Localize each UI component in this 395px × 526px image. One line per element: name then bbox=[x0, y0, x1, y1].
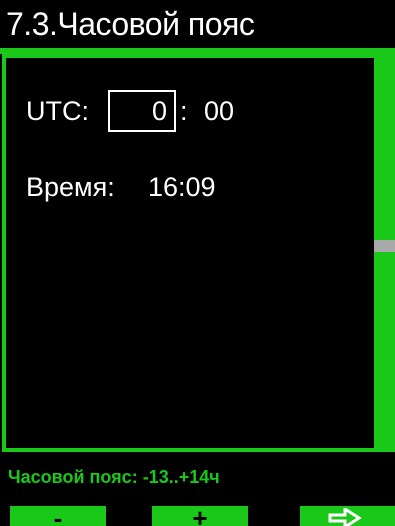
utc-hours-field[interactable]: 0 bbox=[108, 90, 176, 132]
content-panel: UTC: 0 : 00 Время: 16:09 bbox=[2, 54, 374, 452]
title-bar: 7.3.Часовой пояс bbox=[0, 0, 395, 50]
utc-label: UTC: bbox=[26, 96, 89, 126]
utc-minutes-value: 00 bbox=[204, 96, 235, 126]
next-button[interactable] bbox=[300, 506, 395, 526]
page-title: 7.3.Часовой пояс bbox=[6, 6, 255, 42]
increase-button-label: + bbox=[192, 506, 208, 526]
scrollbar[interactable] bbox=[374, 54, 395, 452]
decrease-button-label: - bbox=[53, 506, 63, 526]
range-hint: Часовой пояс: -13..+14ч bbox=[8, 467, 220, 487]
utc-separator: : bbox=[180, 96, 188, 126]
time-label: Время: bbox=[26, 172, 115, 202]
arrow-right-icon bbox=[328, 508, 362, 526]
scrollbar-thumb[interactable] bbox=[374, 240, 395, 252]
increase-button[interactable]: + bbox=[152, 506, 248, 526]
time-value: 16:09 bbox=[148, 172, 216, 202]
decrease-button[interactable]: - bbox=[10, 506, 106, 526]
